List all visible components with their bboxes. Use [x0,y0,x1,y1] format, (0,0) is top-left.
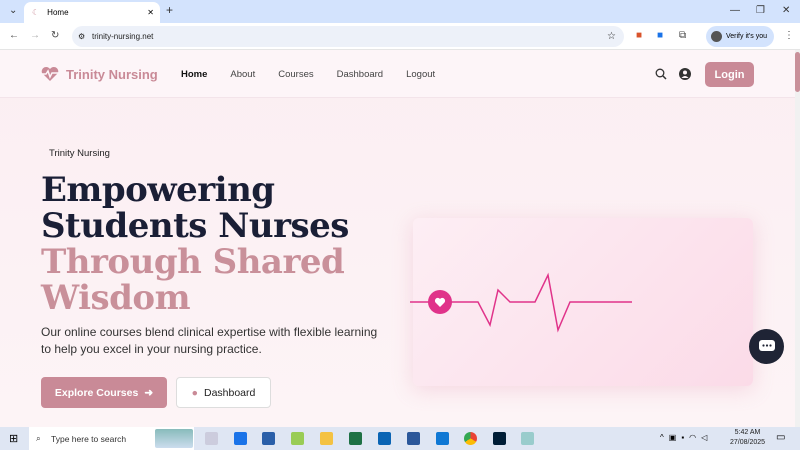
tab-title: Home [47,8,69,17]
photoshop-icon[interactable] [493,432,506,445]
extension-fox-icon[interactable]: ■ [636,30,642,41]
page: Trinity Nursing Home About Courses Dashb… [0,50,795,427]
search-highlight-image [155,429,193,448]
arrow-right-icon: ➜ [144,386,154,399]
nav-logout[interactable]: Logout [406,69,435,80]
main-nav: Home About Courses Dashboard Logout [181,69,435,80]
tab-home[interactable]: ☾ Home ✕ [24,2,160,23]
profile-button[interactable]: Verify it's you [706,26,774,47]
task-view-icon[interactable] [205,432,218,445]
extension-k-icon[interactable]: ■ [657,30,663,41]
dashboard-label: Dashboard [203,386,256,399]
dashboard-button[interactable]: ● Dashboard [176,377,271,408]
hero-title: Empowering Students Nurses Through Share… [41,172,349,316]
user-icon: ● [191,386,198,399]
notifications-icon[interactable]: ▭ [776,432,785,443]
favicon-icon: ☾ [32,8,40,17]
heart-pulse-icon [41,66,59,81]
close-window-icon[interactable]: ✕ [782,5,790,16]
bookmark-star-icon[interactable]: ☆ [607,31,616,42]
reload-icon[interactable]: ↻ [51,30,59,41]
back-icon[interactable]: ← [9,30,19,41]
page-scrollbar[interactable] [795,50,800,427]
store-icon[interactable] [262,432,275,445]
avatar [711,31,722,42]
site-header: Trinity Nursing Home About Courses Dashb… [0,50,795,98]
menu-kebab-icon[interactable]: ⋮ [784,30,794,41]
close-tab-icon[interactable]: ✕ [147,8,154,17]
chat-bubble-icon [758,339,775,351]
tab-bar: ⌄ ☾ Home ✕ + — ❐ ✕ [0,0,800,23]
system-tray-icons[interactable]: ^▣▪◠◁ [660,433,712,442]
file-explorer-icon[interactable] [320,432,333,445]
taskbar-search-placeholder: Type here to search [51,433,127,444]
search-icon[interactable] [655,68,667,80]
outlook-icon[interactable] [378,432,391,445]
restore-icon[interactable]: ❐ [756,5,765,16]
minimize-icon[interactable]: — [730,5,740,16]
notepad-icon[interactable] [521,432,534,445]
nav-courses[interactable]: Courses [278,69,313,80]
brand-logo[interactable]: Trinity Nursing [40,66,158,82]
heartbeat-line-illustration [410,272,632,333]
login-button[interactable]: Login [705,62,754,87]
hero-title-line: Empowering [41,170,275,210]
chat-widget-button[interactable] [749,329,784,364]
clock-date: 27/08/2025 [730,439,766,446]
hero-eyebrow: Trinity Nursing [49,148,110,159]
nav-dashboard[interactable]: Dashboard [337,69,383,80]
nav-about[interactable]: About [230,69,255,80]
url-text: trinity-nursing.net [92,32,154,41]
search-icon: ⌕ [36,433,41,443]
windows-start-icon[interactable]: ⊞ [9,432,18,445]
windows-taskbar: ⊞ ⌕ Type here to search ^▣▪◠◁ 5:42 AM 27… [0,427,800,450]
hero-title-line: Students Nurses [41,206,349,246]
taskbar-app-icon[interactable] [234,432,247,445]
brand-name: Trinity Nursing [66,66,158,82]
tab-list-chevron-icon[interactable]: ⌄ [9,5,17,16]
url-input[interactable]: ⚙ trinity-nursing.net ☆ [72,26,624,47]
explore-courses-button[interactable]: Explore Courses ➜ [41,377,167,408]
nav-home[interactable]: Home [181,69,207,80]
new-tab-icon[interactable]: + [166,3,173,17]
clock-time: 5:42 AM [734,429,761,436]
hero-title-line: Through Shared [41,242,345,282]
notes-app-icon[interactable] [291,432,304,445]
address-bar-row: ← → ↻ ⚙ trinity-nursing.net ☆ ■ ■ ⧉ Veri… [0,23,800,50]
forward-icon[interactable]: → [30,30,40,41]
user-account-icon[interactable] [679,68,691,80]
outlook-new-icon[interactable] [436,432,449,445]
profile-label: Verify it's you [726,33,768,40]
hero-description: Our online courses blend clinical expert… [41,325,378,356]
extensions-puzzle-icon[interactable]: ⧉ [679,30,686,41]
hero-title-line: Wisdom [41,278,191,318]
excel-icon[interactable] [349,432,362,445]
word-icon[interactable] [407,432,420,445]
chrome-icon[interactable] [464,432,477,445]
site-info-icon[interactable]: ⚙ [78,32,85,41]
clock[interactable]: 5:42 AM 27/08/2025 [730,428,765,448]
explore-courses-label: Explore Courses [54,386,139,399]
